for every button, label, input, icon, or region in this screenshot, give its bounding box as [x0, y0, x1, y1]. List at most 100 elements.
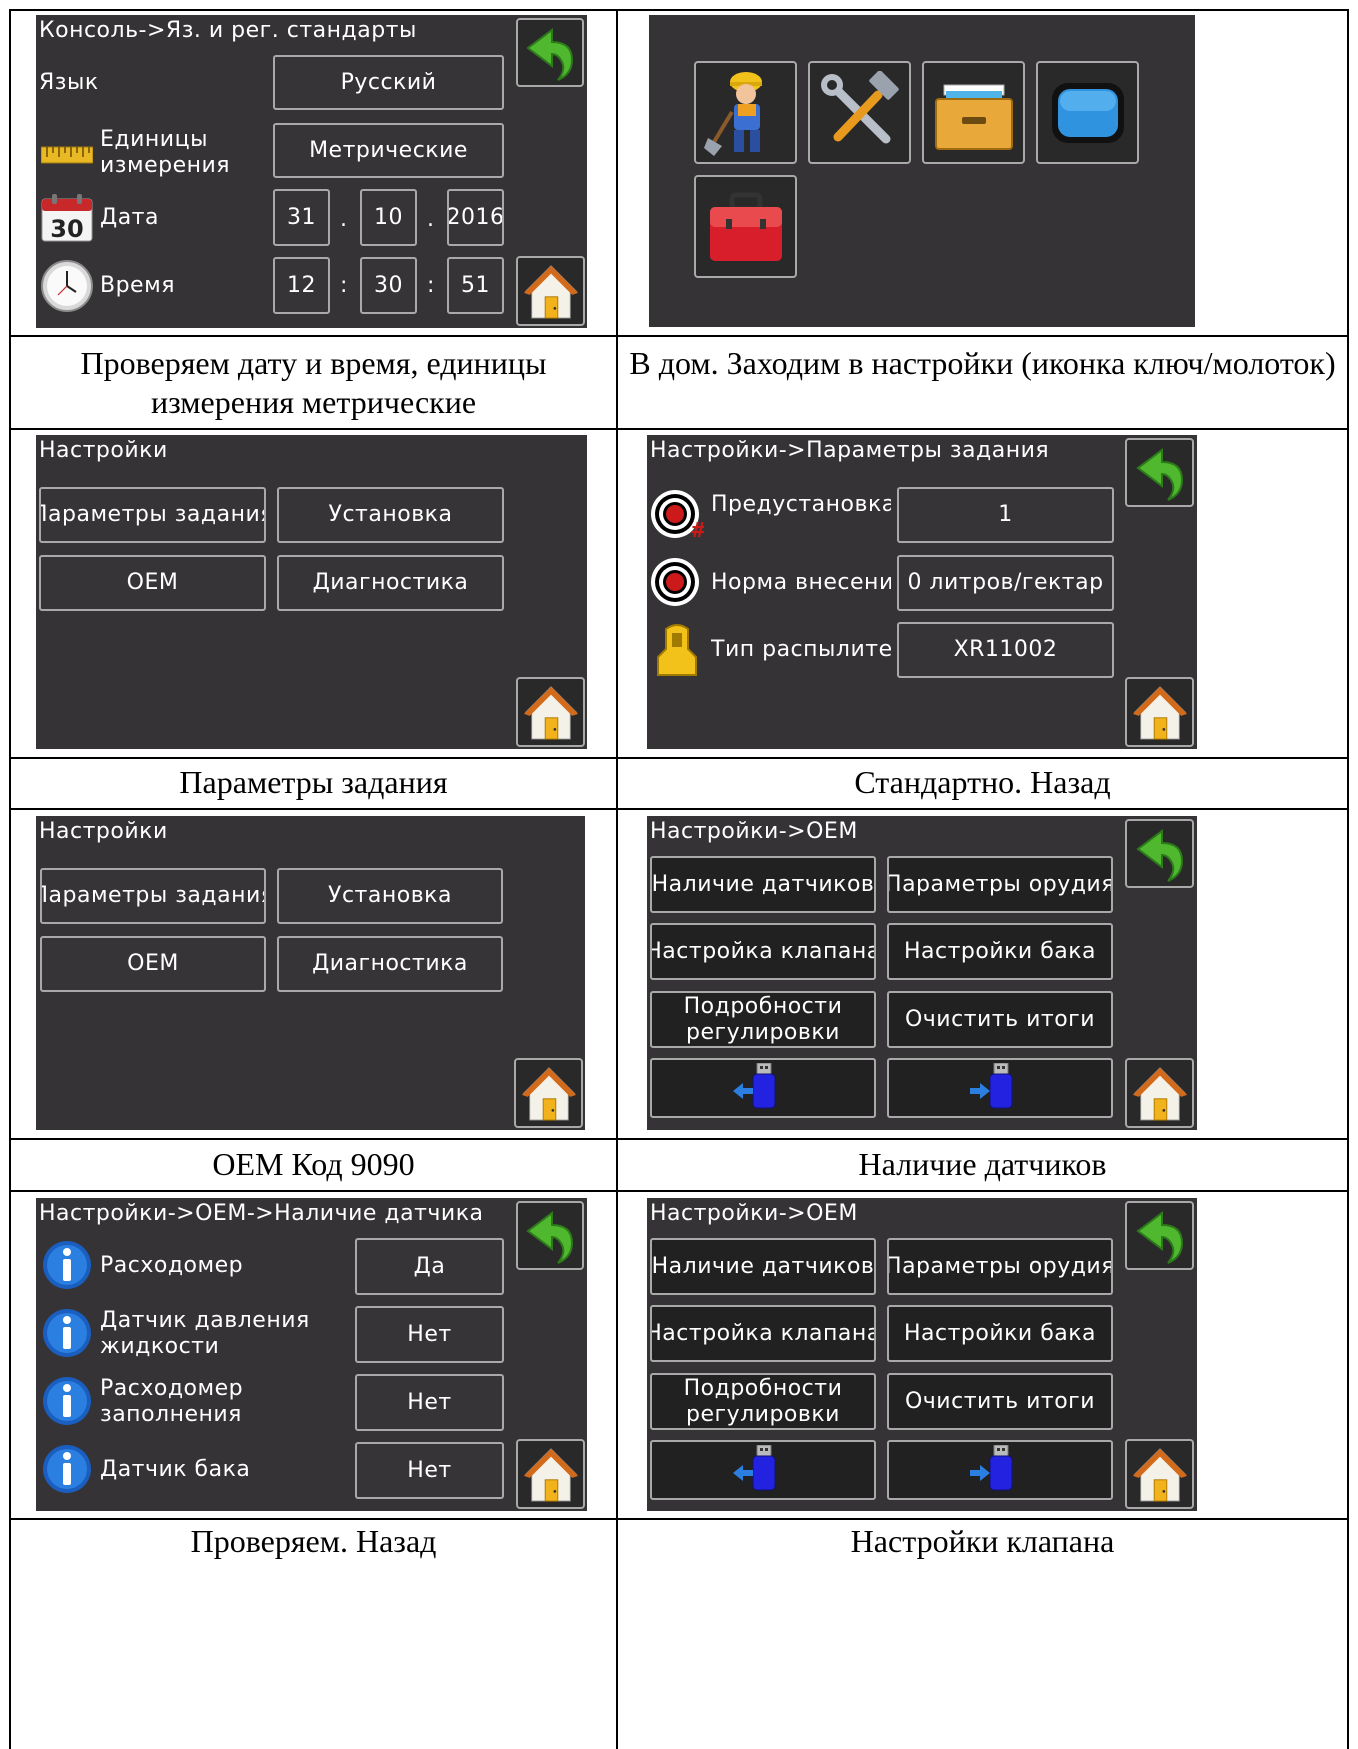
valve-setup-button[interactable]: Настройка клапана [650, 1305, 876, 1362]
clear-totals-button[interactable]: Очистить итоги [887, 991, 1113, 1048]
back-arrow-icon [1136, 448, 1183, 501]
job-params-button[interactable]: Параметры задания [40, 868, 266, 924]
screen-title: Настройки->OEM [650, 819, 858, 844]
table-border [9, 1518, 1349, 1520]
toolbox-button[interactable] [694, 175, 797, 278]
valve-setup-button[interactable]: Настройка клапана [650, 923, 876, 980]
home-icon [1131, 1067, 1188, 1121]
implement-params-button[interactable]: Параметры орудия [887, 856, 1113, 913]
screen-oem: Настройки->OEM Наличие датчиков Параметр… [647, 816, 1197, 1130]
date-month-field[interactable]: 10 [360, 189, 417, 246]
home-icon [522, 686, 579, 740]
preset-rate-field[interactable]: 1 [897, 487, 1114, 543]
time-minute-field[interactable]: 30 [360, 257, 417, 314]
diagnostics-button[interactable]: Диагностика [277, 555, 504, 611]
screen-title: Консоль->Яз. и рег. стандарты [39, 18, 417, 43]
home-icon [1131, 686, 1188, 740]
units-select[interactable]: Метрические [273, 123, 504, 178]
home-button[interactable] [516, 677, 585, 747]
job-params-button[interactable]: Параметры задания [39, 487, 266, 543]
tank-settings-button[interactable]: Настройки бака [887, 1305, 1113, 1362]
date-year-field[interactable]: 2016 [447, 189, 504, 246]
table-border [9, 9, 1349, 11]
screen-title: Настройки->OEM [650, 1201, 858, 1226]
back-button[interactable] [1125, 438, 1194, 507]
caption: В дом. Заходим в настройки (иконка ключ/… [629, 345, 1336, 381]
usb-import-icon [733, 1063, 776, 1109]
preset-rate-label: Предустановка нормы внесения [711, 492, 891, 517]
back-button[interactable] [1125, 819, 1194, 888]
regulation-details-button[interactable]: Подробности регулировки [650, 991, 876, 1048]
back-button[interactable] [516, 1201, 584, 1270]
home-button[interactable] [516, 256, 585, 326]
home-button[interactable] [1125, 1439, 1194, 1509]
back-arrow-icon [527, 1211, 573, 1264]
time-second-field[interactable]: 51 [447, 257, 504, 314]
back-button[interactable] [516, 18, 584, 87]
fill-flowmeter-label: Расходомер заполнения [100, 1376, 244, 1428]
flowmeter-toggle[interactable]: Да [355, 1238, 504, 1295]
usb-export-button[interactable] [887, 1058, 1113, 1118]
usb-import-button[interactable] [650, 1440, 876, 1500]
usb-export-icon [970, 1063, 1013, 1109]
oem-button[interactable]: OEM [40, 936, 266, 992]
home-button[interactable] [1125, 1058, 1194, 1128]
caption: Проверяем дату и время, единицы измерени… [80, 345, 547, 420]
tank-settings-button[interactable]: Настройки бака [887, 923, 1113, 980]
setup-button[interactable]: Установка [277, 487, 504, 543]
info-icon [43, 1445, 91, 1493]
screen-title: Настройки [39, 438, 168, 463]
regulation-details-button[interactable]: Подробности регулировки [650, 1373, 876, 1430]
usb-import-button[interactable] [650, 1058, 876, 1118]
screen-title: Настройки->OEM->Наличие датчика [39, 1201, 484, 1226]
calendar-day-text: 30 [50, 215, 83, 243]
time-hour-field[interactable]: 12 [273, 257, 330, 314]
table-border-left [9, 9, 11, 1749]
back-arrow-icon [527, 28, 573, 81]
tank-sensor-toggle[interactable]: Нет [355, 1442, 504, 1499]
setup-button[interactable]: Установка [277, 868, 503, 924]
clear-totals-button[interactable]: Очистить итоги [887, 1373, 1113, 1430]
worker-icon [703, 71, 762, 156]
implement-params-button[interactable]: Параметры орудия [887, 1238, 1113, 1295]
oem-button[interactable]: OEM [39, 555, 266, 611]
time-separator: : [340, 273, 348, 298]
nozzle-type-field[interactable]: XR11002 [897, 622, 1114, 678]
table-border [9, 428, 1349, 430]
display-button[interactable] [1036, 61, 1139, 164]
sensors-button[interactable]: Наличие датчиков [650, 856, 876, 913]
diagnostics-button[interactable]: Диагностика [277, 936, 503, 992]
home-icon [1131, 1448, 1188, 1502]
usb-export-button[interactable] [887, 1440, 1113, 1500]
screen-oem: Настройки->OEM Наличие датчиков Параметр… [647, 1198, 1197, 1511]
home-button[interactable] [516, 1439, 585, 1509]
operator-button[interactable] [694, 61, 797, 164]
fill-flowmeter-toggle[interactable]: Нет [355, 1374, 504, 1431]
wrench-hammer-icon [820, 70, 899, 143]
pressure-sensor-toggle[interactable]: Нет [355, 1306, 504, 1363]
screen-language-regional: Консоль->Яз. и рег. стандарты Язык Русск… [36, 15, 587, 328]
units-label: Единицы измерения [100, 127, 231, 179]
language-select[interactable]: Русский [273, 55, 504, 110]
settings-button[interactable] [808, 61, 911, 164]
svg-text:#: # [690, 518, 704, 542]
back-button[interactable] [1125, 1201, 1194, 1270]
calendar-icon-graphic: 30 [41, 194, 93, 243]
clock-icon [41, 260, 93, 312]
screen-settings: Настройки Параметры задания Установка OE… [36, 435, 587, 749]
sensors-button[interactable]: Наличие датчиков [650, 1238, 876, 1295]
back-arrow-icon [1136, 829, 1183, 882]
home-button[interactable] [514, 1058, 583, 1128]
date-separator: . [340, 207, 347, 232]
application-rate-label: Норма внесения [711, 570, 891, 595]
table-border [9, 335, 1349, 337]
date-day-field[interactable]: 31 [273, 189, 330, 246]
data-files-button[interactable] [922, 61, 1025, 164]
tank-sensor-label: Датчик бака [100, 1457, 251, 1482]
time-separator: : [427, 273, 435, 298]
caption: Параметры задания [179, 764, 448, 800]
toolbox-icon [709, 192, 782, 261]
home-button[interactable] [1125, 677, 1194, 747]
application-rate-field[interactable]: 0 литров/гектар [897, 555, 1114, 611]
table-border-middle [616, 9, 618, 1749]
